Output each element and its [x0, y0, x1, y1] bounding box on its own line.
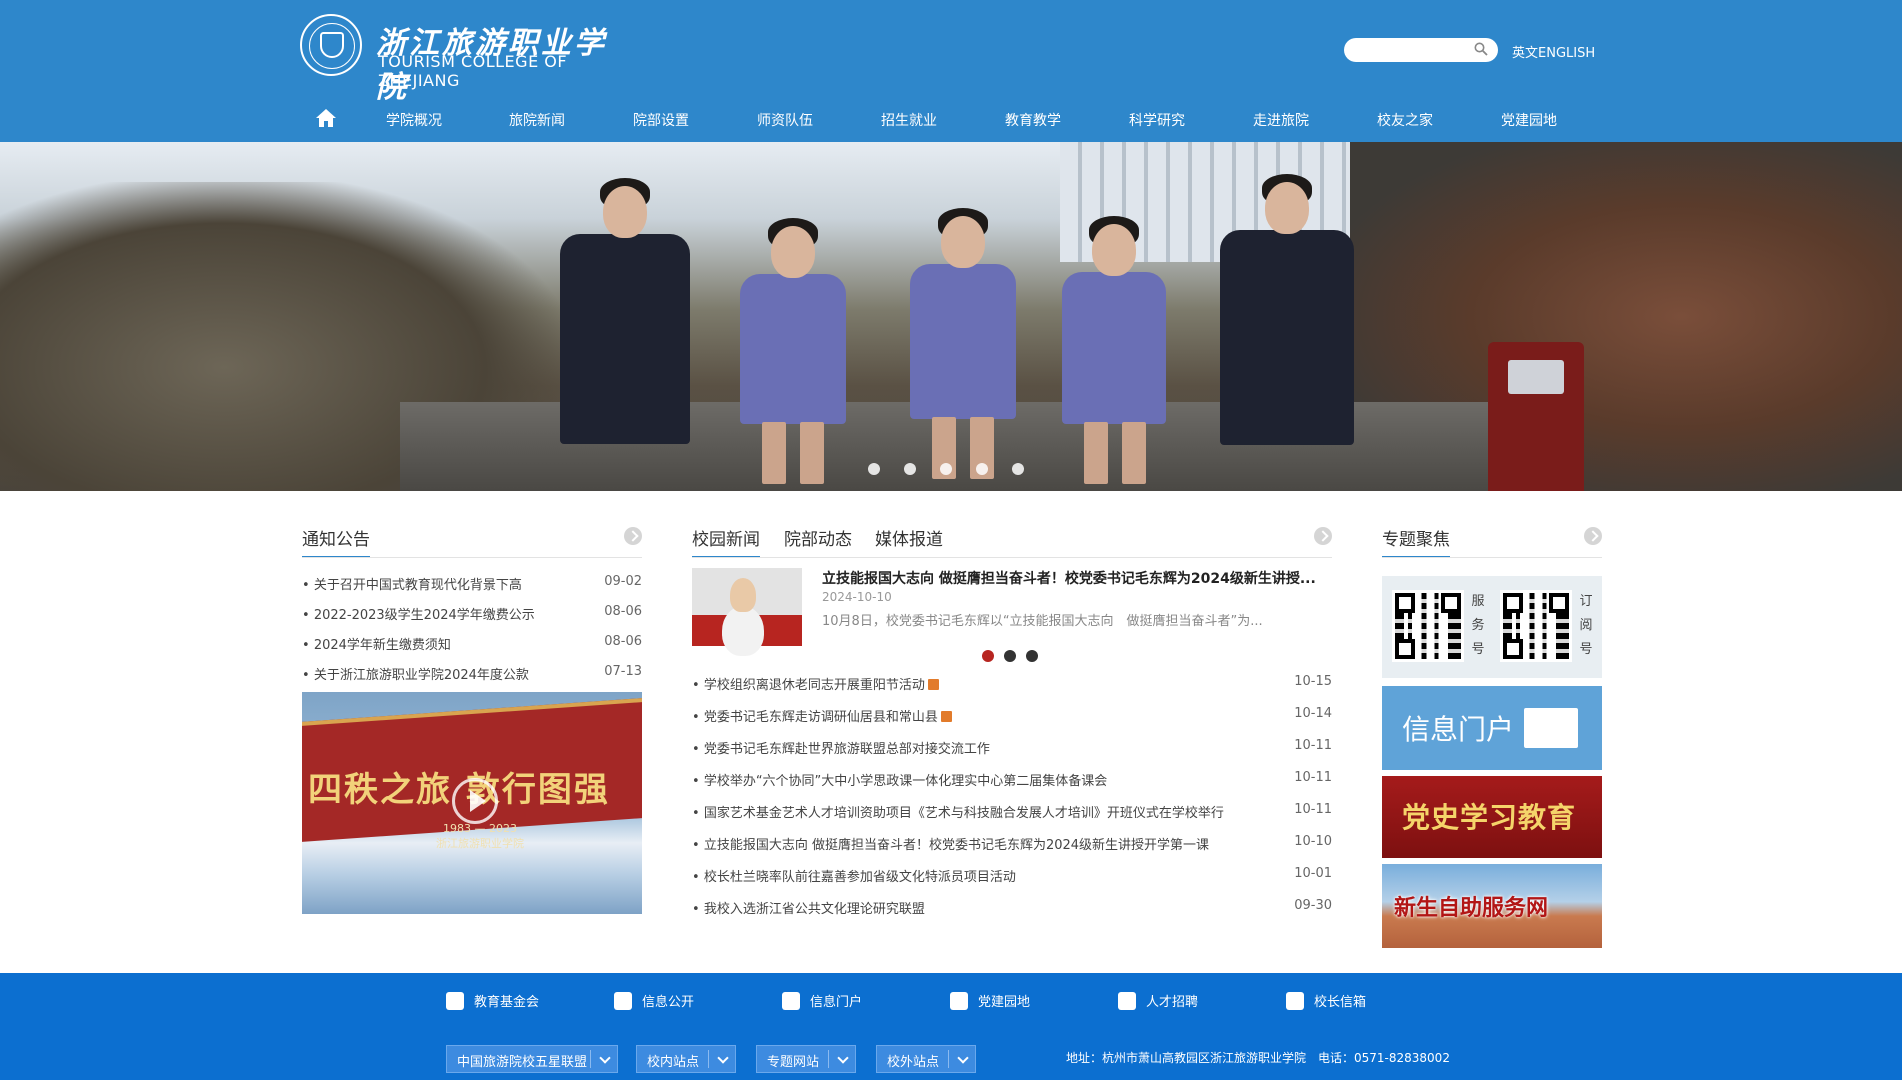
footer-address: 地址：杭州市萧山高教园区浙江旅游职业学院 电话：0571-82838002: [1066, 1051, 1450, 1065]
tab-campus-news[interactable]: 校园新闻: [692, 525, 760, 558]
anniversary-video[interactable]: 四秩之旅 敦行图强 1983 — 2023 浙江旅游职业学院: [302, 692, 642, 914]
news-slider-dot[interactable]: [1026, 650, 1038, 662]
qr-label-service: 服务号: [1471, 594, 1485, 657]
search-icon[interactable]: [1474, 42, 1488, 56]
nav-item-departments[interactable]: 院部设置: [633, 110, 689, 130]
nav-item-visit[interactable]: 走进旅院: [1253, 110, 1309, 130]
news-date: 10-11: [1294, 802, 1332, 817]
party-history-banner[interactable]: 党史学习教育: [1382, 776, 1602, 858]
qr-label-subscription: 订阅号: [1579, 594, 1593, 657]
footer-link-portal[interactable]: 信息门户: [782, 991, 862, 1010]
chevron-down-icon: [837, 1052, 849, 1064]
featured-news-image[interactable]: [692, 568, 802, 646]
trash-bin: [1488, 342, 1584, 491]
banner-dot[interactable]: [1012, 463, 1024, 475]
banner-dot[interactable]: [976, 463, 988, 475]
nav-item-research[interactable]: 科学研究: [1129, 110, 1185, 130]
divider: [1382, 557, 1602, 558]
banner-dot[interactable]: [940, 463, 952, 475]
party-history-label: 党史学习教育: [1402, 801, 1577, 834]
footer-link-recruitment[interactable]: 人才招聘: [1118, 991, 1198, 1010]
main-nav: 学院概况 旅院新闻 院部设置 师资队伍 招生就业 教育教学 科学研究 走进旅院 …: [300, 104, 1600, 134]
party-emblem-icon: [950, 992, 968, 1010]
nav-item-admissions[interactable]: 招生就业: [881, 110, 937, 130]
featured-news-title[interactable]: 立技能报国大志向 做挺膺担当奋斗者！校党委书记毛东辉为2024级新生讲授...: [822, 568, 1322, 588]
news-date: 10-01: [1294, 866, 1332, 881]
banner-person: [1062, 216, 1166, 484]
subscription-account-qr: [1500, 590, 1572, 662]
college-logo[interactable]: 浙江旅游职业学院 TOURISM COLLEGE OF ZHEJIANG: [300, 12, 630, 105]
home-icon[interactable]: [314, 106, 338, 130]
new-badge-icon: [927, 679, 939, 690]
info-icon: [446, 992, 464, 1010]
site-footer: 教育基金会 信息公开 信息门户 党建园地 人才招聘 校长信箱 中国旅游院校五星联…: [0, 973, 1902, 1080]
nav-item-faculty[interactable]: 师资队伍: [757, 110, 813, 130]
select-topic-sites[interactable]: 专题网站: [756, 1045, 856, 1073]
freshmen-service-label: 新生自助服务网: [1394, 896, 1549, 921]
divider: [302, 557, 642, 558]
featured-news-summary: 10月8日，校党委书记毛东辉以“立技能报国大志向 做挺膺担当奋斗者”为...: [822, 614, 1263, 629]
select-external-sites[interactable]: 校外站点: [876, 1045, 976, 1073]
topics-title[interactable]: 专题聚焦: [1382, 525, 1450, 558]
search-input[interactable]: [1344, 38, 1498, 62]
mail-icon: [1286, 992, 1304, 1010]
layers-icon: [782, 992, 800, 1010]
news-more-icon[interactable]: [1314, 527, 1332, 545]
featured-news-date: 2024-10-10: [822, 590, 892, 604]
nav-item-alumni[interactable]: 校友之家: [1377, 110, 1433, 130]
document-icon: [614, 992, 632, 1010]
english-site-link[interactable]: 英文ENGLISH: [1512, 42, 1595, 61]
info-portal-banner[interactable]: 信息门户: [1382, 686, 1602, 770]
banner-person: [740, 218, 846, 484]
banner-dot[interactable]: [868, 463, 880, 475]
chevron-down-icon: [717, 1052, 729, 1064]
news-date: 10-14: [1294, 706, 1332, 721]
footer-link-mailbox[interactable]: 校长信箱: [1286, 991, 1366, 1010]
logo-english-name: TOURISM COLLEGE OF ZHEJIANG: [378, 52, 568, 90]
nav-item-news[interactable]: 旅院新闻: [509, 110, 565, 130]
news-date: 10-15: [1294, 674, 1332, 689]
banner-pagination: [862, 463, 1042, 477]
person-icon: [1118, 992, 1136, 1010]
footer-link-party[interactable]: 党建园地: [950, 991, 1030, 1010]
news-slider-dot[interactable]: [982, 650, 994, 662]
news-date: 09-30: [1294, 898, 1332, 913]
nav-item-about[interactable]: 学院概况: [386, 110, 442, 130]
notices-more-icon[interactable]: [624, 527, 642, 545]
select-internal-sites[interactable]: 校内站点: [636, 1045, 736, 1073]
news-date: 10-11: [1294, 770, 1332, 785]
news-slider-dot[interactable]: [1004, 650, 1016, 662]
select-alliance[interactable]: 中国旅游院校五星联盟: [446, 1045, 618, 1073]
banner-person: [560, 178, 690, 444]
hero-banner[interactable]: [0, 142, 1902, 491]
site-header: 浙江旅游职业学院 TOURISM COLLEGE OF ZHEJIANG 英文E…: [0, 0, 1902, 142]
info-portal-label: 信息门户: [1402, 713, 1515, 746]
play-icon[interactable]: [452, 778, 498, 824]
college-seal-icon: [300, 14, 362, 76]
banner-person: [910, 208, 1016, 479]
news-slider-pagination: [982, 650, 1042, 664]
new-badge-icon: [940, 711, 952, 722]
wechat-qr-panel: 服务号 订阅号: [1382, 576, 1602, 678]
nav-item-teaching[interactable]: 教育教学: [1005, 110, 1061, 130]
banner-dot[interactable]: [904, 463, 916, 475]
notices-title[interactable]: 通知公告: [302, 525, 370, 558]
tab-media-reports[interactable]: 媒体报道: [875, 525, 943, 550]
video-subtitle: 1983 — 2023 浙江旅游职业学院: [436, 822, 524, 850]
topics-more-icon[interactable]: [1584, 527, 1602, 545]
footer-link-foundation[interactable]: 教育基金会: [446, 991, 539, 1010]
footer-link-disclosure[interactable]: 信息公开: [614, 991, 694, 1010]
freshmen-service-banner[interactable]: 新生自助服务网: [1382, 864, 1602, 948]
banner-person: [1220, 174, 1354, 445]
tab-department-news[interactable]: 院部动态: [784, 525, 852, 550]
nav-item-party[interactable]: 党建园地: [1501, 110, 1557, 130]
chevron-down-icon: [599, 1052, 611, 1064]
news-date: 10-11: [1294, 738, 1332, 753]
divider: [692, 557, 1332, 558]
chevron-down-icon: [957, 1052, 969, 1064]
service-account-qr: [1392, 590, 1464, 662]
news-date: 10-10: [1294, 834, 1332, 849]
id-card-icon: [1524, 708, 1578, 748]
